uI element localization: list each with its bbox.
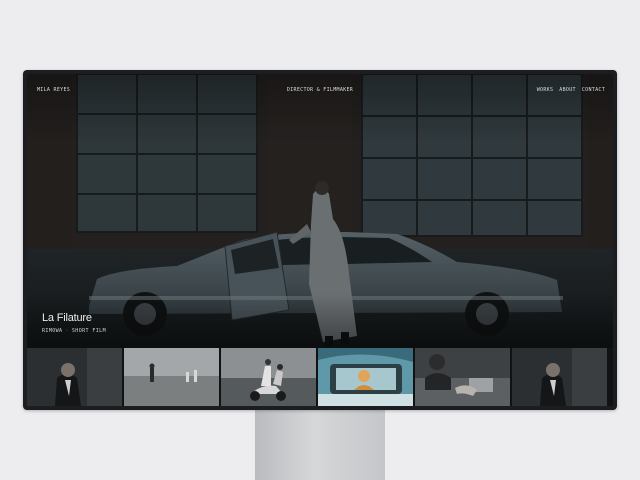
nav-link-contact[interactable]: CONTACT: [582, 87, 605, 93]
thumbnail-image: [512, 348, 607, 406]
thumbnail-1[interactable]: [27, 348, 122, 406]
monitor: MILA REYES DIRECTOR & FILMMAKER WORKS AB…: [23, 70, 617, 410]
project-title[interactable]: La Filature: [42, 312, 106, 324]
nav-links: WORKS ABOUT CONTACT: [537, 87, 605, 93]
thumbnail-image: [415, 348, 510, 406]
thumbnail-image: [27, 348, 122, 406]
thumbnail-5[interactable]: [415, 348, 510, 406]
nav-link-works[interactable]: WORKS: [537, 87, 554, 93]
thumbnail-6[interactable]: [512, 348, 607, 406]
meta-separator: ·: [65, 328, 69, 334]
hero-image: [27, 74, 613, 348]
featured-project-caption: La Filature RIMOWA · SHORT FILM: [42, 312, 106, 334]
thumbnail-image: [124, 348, 219, 406]
project-thumbnail-strip: [27, 348, 613, 406]
website-screen: MILA REYES DIRECTOR & FILMMAKER WORKS AB…: [27, 74, 613, 406]
nav-link-about[interactable]: ABOUT: [559, 87, 576, 93]
monitor-stand: [255, 408, 385, 480]
top-navigation: MILA REYES DIRECTOR & FILMMAKER WORKS AB…: [27, 74, 613, 102]
project-client: RIMOWA: [42, 328, 63, 334]
thumbnail-3[interactable]: [221, 348, 316, 406]
thumbnail-image: [221, 348, 316, 406]
project-meta: RIMOWA · SHORT FILM: [42, 328, 106, 334]
hero-video-still[interactable]: [27, 74, 613, 348]
thumbnail-2[interactable]: [124, 348, 219, 406]
thumbnail-4[interactable]: [318, 348, 413, 406]
project-category: SHORT FILM: [71, 328, 106, 334]
thumbnail-image: [318, 348, 413, 406]
site-tagline: DIRECTOR & FILMMAKER: [286, 87, 354, 93]
